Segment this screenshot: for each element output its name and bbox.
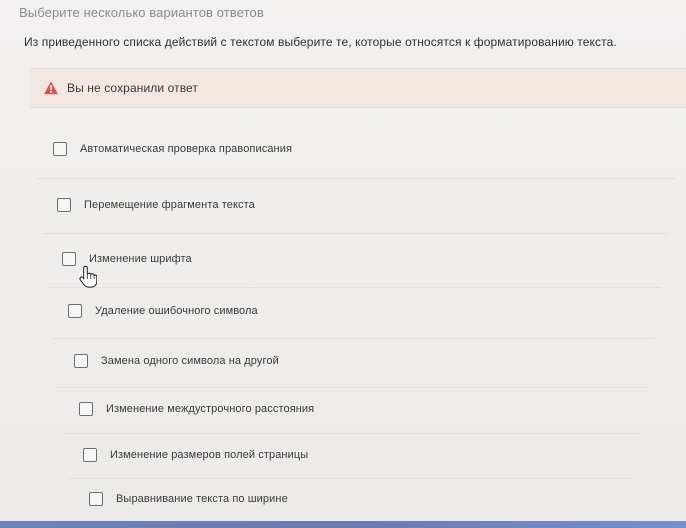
bottom-accent-bar bbox=[0, 521, 686, 528]
answer-checkbox[interactable] bbox=[89, 492, 103, 506]
hand-cursor-icon bbox=[79, 264, 98, 288]
answer-option[interactable]: Изменение междустрочного расстояния bbox=[79, 402, 314, 416]
instruction-text: Выберите несколько вариантов ответов bbox=[19, 5, 264, 20]
option-divider bbox=[52, 338, 654, 339]
answer-label[interactable]: Замена одного символа на другой bbox=[101, 355, 279, 367]
answer-label[interactable]: Автоматическая проверка правописания bbox=[80, 143, 292, 155]
answer-checkbox[interactable] bbox=[83, 448, 97, 462]
answer-checkbox[interactable] bbox=[74, 354, 88, 368]
option-divider bbox=[67, 478, 633, 479]
answer-option[interactable]: Автоматическая проверка правописания bbox=[53, 142, 292, 156]
answer-option[interactable]: Изменение размеров полей страницы bbox=[83, 448, 308, 462]
answer-label[interactable]: Удаление ошибочного символа bbox=[95, 305, 258, 317]
option-divider bbox=[37, 178, 675, 179]
answer-option[interactable]: Перемещение фрагмента текста bbox=[57, 198, 255, 212]
answer-checkbox[interactable] bbox=[62, 252, 76, 266]
answer-checkbox[interactable] bbox=[79, 402, 93, 416]
answer-option[interactable]: Замена одного символа на другой bbox=[74, 354, 279, 368]
quiz-page: Выберите несколько вариантов ответов Из … bbox=[0, 0, 686, 528]
option-divider bbox=[47, 287, 661, 288]
answer-checkbox[interactable] bbox=[68, 304, 82, 318]
answer-label[interactable]: Изменение размеров полей страницы bbox=[110, 449, 308, 461]
answer-option[interactable]: Удаление ошибочного символа bbox=[68, 304, 258, 318]
answer-label[interactable]: Изменение шрифта bbox=[89, 253, 192, 265]
answer-label[interactable]: Выравнивание текста по ширине bbox=[116, 493, 288, 505]
answer-option[interactable]: Выравнивание текста по ширине bbox=[89, 492, 288, 506]
option-divider bbox=[62, 433, 640, 434]
question-text: Из приведенного списка действий с тексто… bbox=[24, 35, 617, 49]
answer-label[interactable]: Перемещение фрагмента текста bbox=[84, 199, 255, 211]
option-divider bbox=[42, 233, 668, 234]
unsaved-warning: Вы не сохранили ответ bbox=[30, 68, 686, 108]
answer-checkbox[interactable] bbox=[57, 198, 71, 212]
answer-label[interactable]: Изменение междустрочного расстояния bbox=[106, 403, 314, 415]
answer-checkbox[interactable] bbox=[53, 142, 67, 156]
warning-text: Вы не сохранили ответ bbox=[67, 81, 199, 95]
warning-icon bbox=[43, 80, 59, 96]
option-divider bbox=[57, 387, 647, 388]
